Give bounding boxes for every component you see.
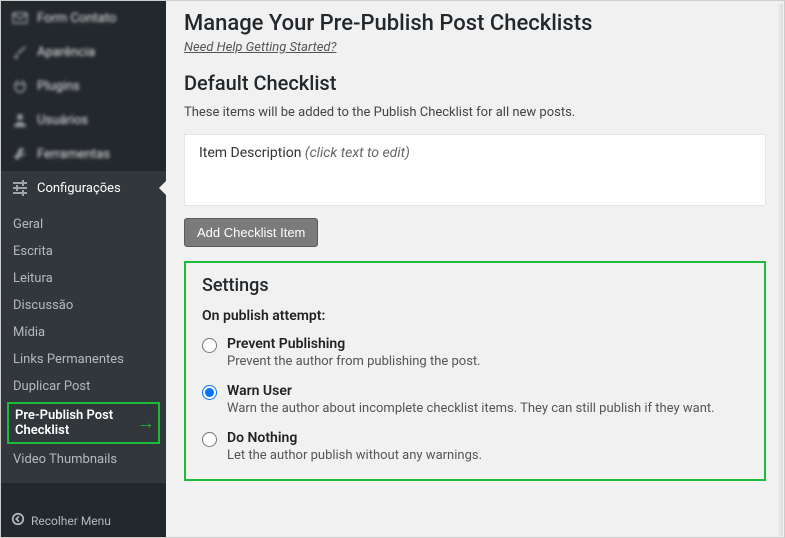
- sidebar-submenu: GeralEscritaLeituraDiscussãoMídiaLinks P…: [1, 205, 166, 483]
- radio-option: Prevent Publishing Prevent the author fro…: [202, 336, 748, 369]
- radio-input-1[interactable]: [202, 385, 217, 400]
- radio-desc: Prevent the author from publishing the p…: [227, 354, 481, 369]
- item-description-hint: (click text to edit): [305, 145, 410, 161]
- checklist-item-box[interactable]: Item Description (click text to edit): [184, 134, 766, 206]
- settings-title: Settings: [202, 275, 748, 296]
- radio-input-0[interactable]: [202, 338, 217, 353]
- radio-option: Do Nothing Let the author publish without…: [202, 430, 748, 463]
- user-icon: [11, 111, 29, 129]
- radio-desc: Warn the author about incomplete checkli…: [227, 401, 715, 416]
- sliders-icon: [11, 179, 29, 197]
- brush-icon: [11, 43, 29, 61]
- arrow-right-icon: →: [137, 413, 155, 434]
- settings-subtitle: On publish attempt:: [202, 308, 748, 324]
- page-title: Manage Your Pre-Publish Post Checklists: [184, 11, 766, 36]
- plug-icon: [11, 77, 29, 95]
- sidebar-subitem[interactable]: Discussão: [1, 292, 166, 319]
- section-title: Default Checklist: [184, 71, 766, 95]
- mail-icon: [11, 9, 29, 27]
- sidebar-subitem[interactable]: Mídia: [1, 319, 166, 346]
- collapse-menu[interactable]: Recolher Menu: [1, 504, 166, 537]
- sidebar-label-configuracoes: Configurações: [37, 181, 121, 196]
- main-content: Manage Your Pre-Publish Post Checklists …: [166, 1, 784, 537]
- sidebar-subitem[interactable]: Video Thumbnails: [1, 446, 166, 473]
- sidebar-item-blurred[interactable]: Ferramentas: [1, 137, 166, 171]
- sidebar-item-blurred[interactable]: Plugins: [1, 69, 166, 103]
- admin-sidebar: Form ContatoAparênciaPluginsUsuáriosFerr…: [1, 1, 166, 537]
- tool-icon: [11, 145, 29, 163]
- chevron-left-icon: [11, 512, 25, 529]
- sidebar-item-configuracoes[interactable]: Configurações: [1, 171, 166, 205]
- sidebar-item-blurred[interactable]: Form Contato: [1, 1, 166, 35]
- radio-label: Prevent Publishing: [227, 336, 481, 352]
- sidebar-subitem[interactable]: Geral: [1, 211, 166, 238]
- sidebar-subitem-prepublish[interactable]: Pre-Publish Post Checklist →: [7, 402, 160, 444]
- add-checklist-item-button[interactable]: Add Checklist Item: [184, 218, 318, 247]
- sidebar-subitem[interactable]: Duplicar Post: [1, 373, 166, 400]
- sidebar-subitem[interactable]: Links Permanentes: [1, 346, 166, 373]
- radio-desc: Let the author publish without any warni…: [227, 448, 482, 463]
- section-desc: These items will be added to the Publish…: [184, 105, 766, 120]
- radio-label: Do Nothing: [227, 430, 482, 446]
- item-description-label: Item Description: [199, 145, 301, 161]
- sidebar-item-blurred[interactable]: Aparência: [1, 35, 166, 69]
- sidebar-subitem[interactable]: Leitura: [1, 265, 166, 292]
- help-link[interactable]: Need Help Getting Started?: [184, 40, 336, 55]
- radio-label: Warn User: [227, 383, 715, 399]
- sidebar-item-blurred[interactable]: Usuários: [1, 103, 166, 137]
- radio-input-2[interactable]: [202, 432, 217, 447]
- settings-panel: Settings On publish attempt: Prevent Pub…: [184, 261, 766, 481]
- sidebar-subitem[interactable]: Escrita: [1, 238, 166, 265]
- radio-option: Warn User Warn the author about incomplet…: [202, 383, 748, 416]
